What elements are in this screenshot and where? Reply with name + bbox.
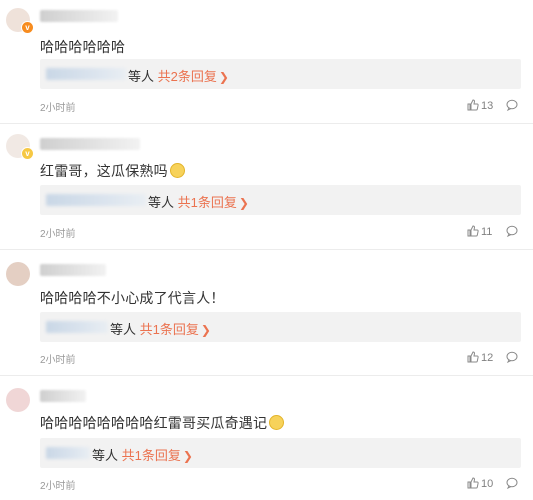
reply-count-link[interactable]: 共1条回复 ❯ <box>140 322 211 337</box>
reply-box[interactable]: 等人 共2条回复 ❯ <box>40 59 521 89</box>
comment-item: 哈哈哈哈哈哈哈哈红雷哥买瓜奇遇记 等人 共1条回复 ❯ 2小时前 10 <box>0 376 533 500</box>
comment-text: 哈哈哈哈不小心成了代言人！ <box>40 290 225 306</box>
chevron-right-icon: ❯ <box>238 196 249 210</box>
reply-box[interactable]: 等人 共1条回复 ❯ <box>40 438 521 468</box>
like-button[interactable]: 12 <box>467 351 493 364</box>
username-blurred[interactable] <box>40 10 118 22</box>
comment-text: 哈哈哈哈哈哈 <box>40 39 126 55</box>
comment-bubble-icon[interactable] <box>506 99 518 111</box>
avatar[interactable] <box>6 262 30 286</box>
username-blurred[interactable] <box>40 390 86 402</box>
username-blurred[interactable] <box>40 138 140 150</box>
comment-text-content: 红雷哥，这瓜保熟吗 <box>40 163 168 179</box>
reply-count-label: 共1条回复 <box>139 322 199 337</box>
reply-count-label: 共2条回复 <box>157 69 217 84</box>
chevron-right-icon: ❯ <box>200 323 211 337</box>
reply-count-link[interactable]: 共1条回复 ❯ <box>122 448 193 463</box>
like-button[interactable]: 10 <box>467 477 493 490</box>
reply-names-blurred <box>46 447 90 459</box>
comment-item: 哈哈哈哈不小心成了代言人！ 等人 共1条回复 ❯ 2小时前 12 <box>0 250 533 376</box>
emoji-icon <box>169 163 185 178</box>
reply-count-label: 共1条回复 <box>177 195 237 210</box>
reply-summary: 等人 共1条回复 ❯ <box>92 445 193 464</box>
like-button[interactable]: 13 <box>467 99 493 112</box>
timestamp: 2小时前 <box>40 229 76 240</box>
reply-count-link[interactable]: 共1条回复 ❯ <box>178 195 249 210</box>
reply-suffix: 等人 <box>148 195 175 210</box>
comment-text-content: 哈哈哈哈哈哈哈哈红雷哥买瓜奇遇记 <box>40 415 268 431</box>
reply-summary: 等人 共2条回复 ❯ <box>128 66 229 85</box>
like-count: 11 <box>481 226 493 238</box>
comment-bubble-icon[interactable] <box>506 225 518 237</box>
avatar[interactable]: v <box>6 134 34 160</box>
thumbs-up-icon <box>467 99 479 111</box>
reply-count-link[interactable]: 共2条回复 ❯ <box>158 69 229 84</box>
reply-names-blurred <box>46 321 108 333</box>
reply-suffix: 等人 <box>92 448 119 463</box>
comment-bubble-icon[interactable] <box>506 351 518 363</box>
reply-box[interactable]: 等人 共1条回复 ❯ <box>40 312 521 342</box>
comment-item: v 哈哈哈哈哈哈 等人 共2条回复 ❯ 2小时前 13 <box>0 0 533 124</box>
reply-count-label: 共1条回复 <box>121 448 181 463</box>
like-count: 13 <box>481 100 494 112</box>
reply-suffix: 等人 <box>110 322 137 337</box>
chevron-right-icon: ❯ <box>182 449 193 463</box>
comment-item: v 红雷哥，这瓜保熟吗 等人 共1条回复 ❯ 2小时前 11 <box>0 124 533 250</box>
comment-bubble-icon[interactable] <box>506 477 518 489</box>
like-count: 12 <box>481 352 494 364</box>
emoji-icon <box>269 415 285 430</box>
verified-badge-icon: v <box>21 147 34 160</box>
thumbs-up-icon <box>467 225 479 237</box>
like-button[interactable]: 11 <box>467 225 492 238</box>
chevron-right-icon: ❯ <box>218 70 229 84</box>
reply-suffix: 等人 <box>128 69 155 84</box>
reply-box[interactable]: 等人 共1条回复 ❯ <box>40 185 521 215</box>
thumbs-up-icon <box>467 351 479 363</box>
timestamp: 2小时前 <box>40 481 76 492</box>
like-count: 10 <box>481 478 494 490</box>
reply-names-blurred <box>46 68 126 80</box>
reply-summary: 等人 共1条回复 ❯ <box>148 192 249 211</box>
username-blurred[interactable] <box>40 264 106 276</box>
verified-badge-icon: v <box>21 21 34 34</box>
timestamp: 2小时前 <box>40 103 76 114</box>
reply-summary: 等人 共1条回复 ❯ <box>110 319 211 338</box>
timestamp: 2小时前 <box>40 355 76 366</box>
avatar[interactable] <box>6 388 30 412</box>
avatar[interactable]: v <box>6 8 34 34</box>
comment-text: 哈哈哈哈哈哈哈哈红雷哥买瓜奇遇记 <box>40 413 285 433</box>
comment-text: 红雷哥，这瓜保熟吗 <box>40 161 185 181</box>
reply-names-blurred <box>46 194 146 206</box>
thumbs-up-icon <box>467 477 479 489</box>
